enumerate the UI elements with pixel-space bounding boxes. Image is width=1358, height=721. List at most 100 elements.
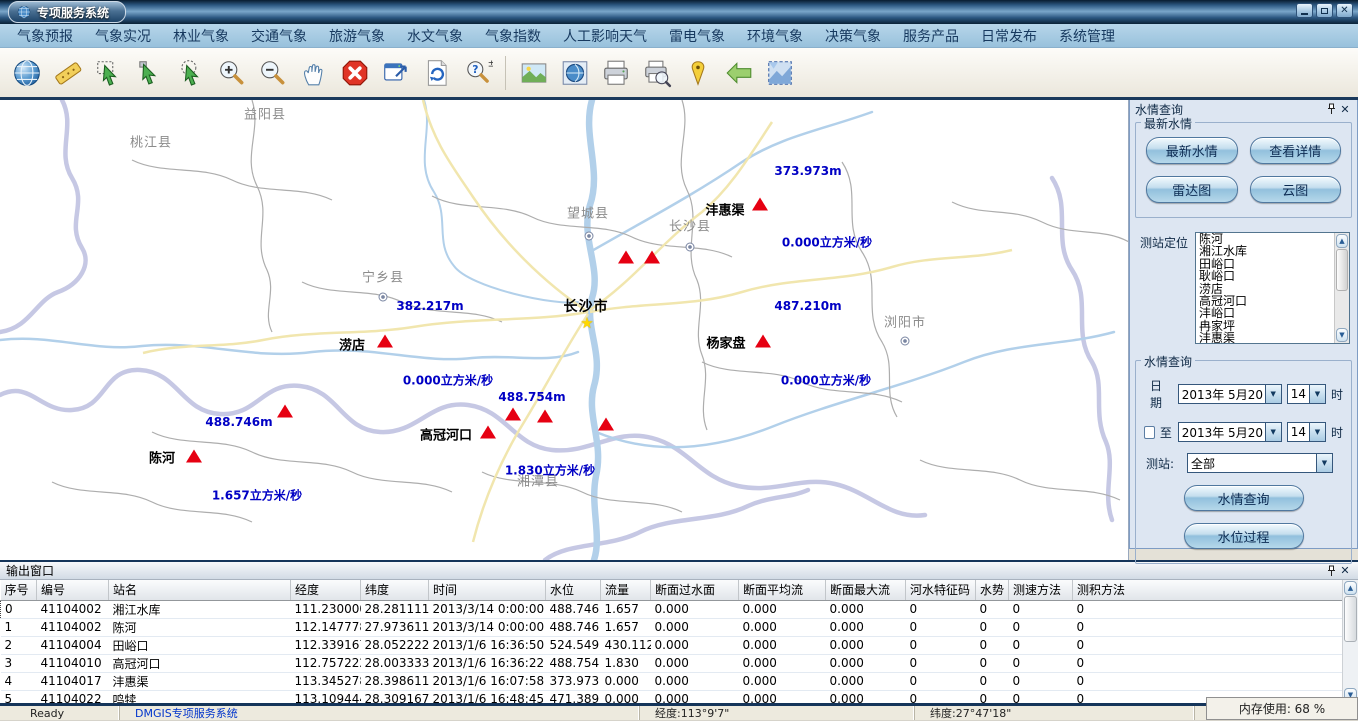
column-header[interactable]: 断面过水面 — [651, 580, 739, 600]
panel-close-icon[interactable]: ✕ — [1338, 102, 1352, 116]
print-preview-icon[interactable] — [640, 56, 673, 89]
table-row[interactable]: 141104002陈河112.147778 27.9736112013/3/14… — [1, 618, 1343, 636]
station-list-item[interactable]: 耿峪口 — [1196, 270, 1334, 282]
table-row[interactable]: 241104004田峪口112.339167 28.0522222013/1/6… — [1, 636, 1343, 654]
view-details-button[interactable]: 查看详情 — [1250, 137, 1342, 164]
column-header[interactable]: 流量 — [601, 580, 651, 600]
menu-item[interactable]: 旅游气象 — [318, 26, 396, 46]
restore-button[interactable] — [1316, 3, 1333, 18]
station-marker[interactable] — [598, 417, 614, 430]
image-icon[interactable] — [517, 56, 550, 89]
location-pin-icon[interactable] — [681, 56, 714, 89]
menu-item[interactable]: 日常发布 — [970, 26, 1048, 46]
water-level-process-button[interactable]: 水位过程 — [1184, 523, 1304, 549]
select-circle-icon[interactable] — [174, 56, 207, 89]
station-marker[interactable] — [537, 409, 553, 422]
measure-ruler-icon[interactable] — [51, 56, 84, 89]
radar-chart-button[interactable]: 雷达图 — [1146, 176, 1238, 203]
station-marker[interactable] — [618, 250, 634, 263]
export-window-icon[interactable] — [379, 56, 412, 89]
refresh-icon[interactable] — [420, 56, 453, 89]
column-header[interactable]: 测速方法 — [1009, 580, 1073, 600]
output-close-icon[interactable]: ✕ — [1338, 564, 1352, 578]
station-marker[interactable] — [186, 449, 202, 462]
stop-icon[interactable] — [338, 56, 371, 89]
back-arrow-icon[interactable] — [722, 56, 755, 89]
status-bar: Ready DMGIS专项服务系统 经度:113°9'7" 纬度:27°47'1… — [0, 706, 1358, 720]
menu-item[interactable]: 系统管理 — [1048, 26, 1126, 46]
zoom-in-icon[interactable] — [215, 56, 248, 89]
app-logo-globe-icon — [17, 5, 31, 19]
hour-from-combo[interactable]: 14▼ — [1287, 384, 1326, 404]
cloud-image-button[interactable]: 云图 — [1250, 176, 1342, 203]
table-row[interactable]: 041104002湘江水库111.230000 28.2811112013/3/… — [1, 600, 1343, 618]
globe-image-icon[interactable] — [558, 56, 591, 89]
select-features-icon[interactable] — [92, 56, 125, 89]
hour-to-combo[interactable]: 14▼ — [1287, 422, 1326, 442]
date-from-combo[interactable]: 2013年 5月20日▼ — [1178, 384, 1282, 404]
column-header[interactable]: 水位 — [546, 580, 601, 600]
station-marker[interactable] — [505, 407, 521, 420]
print-icon[interactable] — [599, 56, 632, 89]
column-header[interactable]: 时间 — [429, 580, 546, 600]
column-header[interactable]: 水势 — [976, 580, 1009, 600]
station-marker[interactable] — [644, 250, 660, 263]
menu-item[interactable]: 气象指数 — [474, 26, 552, 46]
scroll-up-icon[interactable]: ▲ — [1344, 581, 1357, 595]
table-scrollbar[interactable]: ▲ ▼ — [1342, 580, 1358, 703]
column-header[interactable]: 测积方法 — [1073, 580, 1343, 600]
station-list-item[interactable]: 沣惠渠 — [1196, 332, 1334, 344]
station-combo[interactable]: 全部▼ — [1187, 453, 1333, 473]
table-row[interactable]: 441104017沣惠渠113.345278 28.3986112013/1/6… — [1, 672, 1343, 690]
menu-item[interactable]: 气象预报 — [6, 26, 84, 46]
station-marker[interactable] — [480, 425, 496, 438]
output-pin-icon[interactable] — [1324, 564, 1338, 578]
menu-item[interactable]: 水文气象 — [396, 26, 474, 46]
column-header[interactable]: 断面平均流 — [739, 580, 826, 600]
minimize-button[interactable] — [1296, 3, 1313, 18]
menu-item[interactable]: 林业气象 — [162, 26, 240, 46]
water-query-button[interactable]: 水情查询 — [1184, 485, 1304, 511]
column-header[interactable]: 序号 — [1, 580, 37, 600]
menu-item[interactable]: 交通气象 — [240, 26, 318, 46]
station-list-item[interactable]: 湘江水库 — [1196, 245, 1334, 257]
station-listbox[interactable]: 陈河湘江水库田峪口耿峪口涝店高冠河口沣峪口冉家坪沣惠渠 ▲ ▼ — [1195, 232, 1350, 344]
scroll-thumb[interactable] — [1344, 596, 1357, 642]
scroll-down-icon[interactable]: ▼ — [1336, 328, 1348, 342]
panel-pin-icon[interactable] — [1324, 102, 1338, 116]
station-marker[interactable] — [755, 334, 771, 347]
identify-icon[interactable]: ?± — [461, 56, 494, 89]
scroll-thumb[interactable] — [1336, 249, 1348, 291]
table-row[interactable]: 541104022鸣犊113.109444 28.3091672013/1/6 … — [1, 690, 1343, 703]
scroll-up-icon[interactable]: ▲ — [1336, 234, 1348, 248]
zoom-out-icon[interactable] — [256, 56, 289, 89]
station-marker[interactable] — [377, 334, 393, 347]
menu-item[interactable]: 服务产品 — [892, 26, 970, 46]
menu-item[interactable]: 雷电气象 — [658, 26, 736, 46]
map-extent-icon[interactable] — [763, 56, 796, 89]
map-canvas[interactable]: ★ 益阳县 桃江县 望城县 长沙县 宁乡县 浏阳市 湘潭县 长沙市 沣惠渠 涝店… — [0, 100, 1129, 560]
pan-hand-icon[interactable] — [297, 56, 330, 89]
select-arrow-icon[interactable] — [133, 56, 166, 89]
column-header[interactable]: 纬度 — [361, 580, 429, 600]
column-header[interactable]: 站名 — [109, 580, 291, 600]
column-header[interactable]: 编号 — [37, 580, 109, 600]
column-header[interactable]: 河水特征码 — [906, 580, 976, 600]
station-marker[interactable] — [752, 197, 768, 210]
map-region-label: 桃江县 — [130, 132, 172, 151]
to-date-checkbox[interactable] — [1144, 426, 1155, 439]
column-header[interactable]: 断面最大流 — [826, 580, 906, 600]
menu-item[interactable]: 气象实况 — [84, 26, 162, 46]
date-to-combo[interactable]: 2013年 5月20日▼ — [1178, 422, 1282, 442]
globe-tool-icon[interactable] — [10, 56, 43, 89]
latest-water-button[interactable]: 最新水情 — [1146, 137, 1238, 164]
column-header[interactable]: 经度 — [291, 580, 361, 600]
station-marker[interactable] — [277, 404, 293, 417]
menu-item[interactable]: 人工影响天气 — [552, 26, 658, 46]
menu-item[interactable]: 环境气象 — [736, 26, 814, 46]
table-row[interactable]: 341104010高冠河口112.757222 28.0033332013/1/… — [1, 654, 1343, 672]
listbox-scrollbar[interactable]: ▲ ▼ — [1334, 233, 1349, 343]
menu-item[interactable]: 决策气象 — [814, 26, 892, 46]
close-button[interactable]: ✕ — [1336, 3, 1353, 18]
station-list-item[interactable]: 沣峪口 — [1196, 307, 1334, 319]
